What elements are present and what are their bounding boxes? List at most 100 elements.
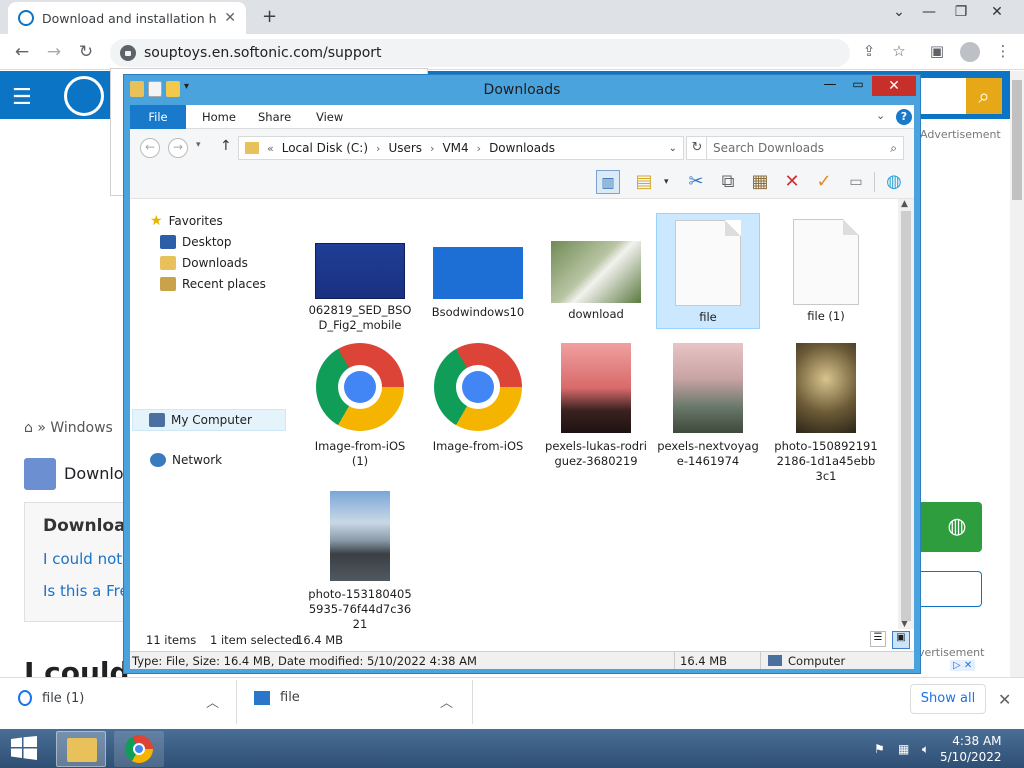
site-search-button[interactable]: ⌕ (966, 78, 1002, 114)
lock-icon[interactable] (120, 45, 136, 61)
minimize-icon[interactable]: — (914, 4, 944, 20)
recent-locations-icon[interactable]: ▾ (196, 140, 201, 150)
close-icon[interactable]: ✕ (872, 76, 916, 96)
organize-dropdown-icon[interactable]: ▾ (664, 177, 669, 187)
breadcrumb-overflow[interactable]: « (267, 142, 274, 155)
nav-network[interactable]: Network (150, 453, 222, 467)
restore-icon[interactable]: ❐ (946, 4, 976, 20)
nav-my-computer[interactable]: My Computer (132, 409, 286, 431)
breadcrumb-users[interactable]: Users (388, 141, 422, 155)
file-item[interactable]: Bsodwindows10 (426, 247, 530, 320)
file-label: photo-1531804055935-76f44d7c3621 (308, 587, 412, 631)
faq-title: Downloa (43, 516, 126, 536)
hamburger-menu-icon[interactable]: ☰ (12, 85, 32, 110)
file-item-selected[interactable]: file (656, 213, 760, 329)
show-all-button[interactable]: Show all (910, 684, 986, 714)
up-arrow-icon[interactable]: ↑ (220, 138, 232, 154)
address-bar[interactable]: souptoys.en.softonic.com/support (110, 39, 850, 67)
download-file-icon (18, 690, 32, 706)
breadcrumb[interactable]: ⌂ » Windows (24, 420, 113, 436)
breadcrumb-downloads[interactable]: Downloads (489, 141, 555, 155)
tab-search-icon[interactable]: ⌄ (884, 4, 914, 20)
search-input[interactable]: Search Downloads ⌕ (706, 136, 904, 160)
new-tab-button[interactable]: + (262, 6, 277, 27)
file-item[interactable]: photo-1531804055935-76f44d7c3621 (308, 491, 412, 632)
chevron-up-icon[interactable]: ︿ (440, 692, 453, 711)
refresh-icon[interactable]: ↻ (686, 136, 708, 160)
tab-view[interactable]: View (302, 105, 357, 129)
large-icons-view-icon[interactable]: ▣ (892, 631, 910, 649)
tab-home[interactable]: Home (188, 105, 250, 129)
chrome-taskbar-button[interactable] (114, 731, 164, 767)
forward-arrow-icon[interactable]: → (44, 42, 64, 62)
nav-downloads[interactable]: Downloads (160, 256, 248, 270)
download-item-2[interactable]: file (254, 690, 300, 705)
address-dropdown-icon[interactable]: ⌄ (669, 143, 677, 154)
help-icon[interactable]: ? (896, 109, 912, 125)
details-view-icon[interactable]: ☰ (870, 631, 886, 647)
download-item-1[interactable]: file (1) (18, 690, 84, 706)
reload-icon[interactable]: ↻ (76, 42, 96, 62)
file-item[interactable]: pexels-nextvoyage-1461974 (656, 343, 760, 469)
minimize-icon[interactable]: — (818, 77, 842, 97)
tab-file[interactable]: File (130, 105, 186, 129)
file-item[interactable]: photo-1508921912186-1d1a45ebb3c1 (774, 343, 878, 484)
file-explorer-taskbar-button[interactable] (56, 731, 106, 767)
file-item[interactable]: pexels-lukas-rodriguez-3680219 (544, 343, 648, 469)
nav-recent-places[interactable]: Recent places (160, 277, 266, 291)
network-tray-icon[interactable]: ▦ (898, 742, 909, 756)
chevron-up-icon[interactable]: ︿ (206, 692, 219, 711)
advertisement-label-bottom: vertisement (918, 646, 985, 659)
rename-icon[interactable]: ▭ (844, 170, 868, 194)
paste-icon[interactable]: ▦ (748, 170, 772, 194)
site-search-input[interactable] (920, 78, 966, 114)
scroll-thumb[interactable] (901, 211, 911, 621)
file-item[interactable]: 062819_SED_BSOD_Fig2_mobile (308, 243, 412, 333)
action-center-flag-icon[interactable]: ⚑ (874, 742, 885, 756)
system-clock[interactable]: 4:38 AM 5/10/2022 (940, 733, 1002, 765)
ribbon-expand-icon[interactable]: ⌄ (876, 109, 885, 122)
side-panel-icon[interactable]: ▣ (926, 42, 948, 62)
file-item[interactable]: download (544, 241, 648, 322)
close-shelf-icon[interactable]: ✕ (998, 690, 1011, 709)
softonic-logo-icon[interactable] (64, 76, 104, 116)
delete-icon[interactable]: ✕ (780, 170, 804, 194)
profile-avatar-icon[interactable] (960, 42, 980, 62)
globe-icon[interactable]: ◍ (882, 170, 906, 194)
file-item[interactable]: file (1) (774, 213, 878, 329)
preview-pane-icon[interactable]: ▥ (596, 170, 620, 194)
explorer-address-bar[interactable]: « Local Disk (C:) › Users › VM4 › Downlo… (238, 136, 684, 160)
close-tab-icon[interactable]: ✕ (224, 10, 236, 26)
back-icon[interactable]: ← (140, 138, 160, 158)
bookmark-star-icon[interactable]: ☆ (888, 42, 910, 62)
back-arrow-icon[interactable]: ← (12, 42, 32, 62)
faq-link-2[interactable]: Is this a Fre (43, 582, 129, 600)
tab-share[interactable]: Share (244, 105, 305, 129)
maximize-icon[interactable]: ▭ (846, 77, 870, 97)
organize-folder-icon[interactable]: ▤ (632, 170, 656, 194)
breadcrumb-windows[interactable]: » Windows (37, 420, 113, 436)
volume-muted-icon[interactable]: 🔈︎ (922, 742, 929, 757)
globe-icon[interactable]: ◍ (932, 502, 982, 552)
adchoices-icon[interactable]: ▷ ✕ (950, 660, 976, 671)
share-icon[interactable]: ⇪ (858, 42, 880, 62)
breadcrumb-vm4[interactable]: VM4 (442, 141, 468, 155)
copy-icon[interactable]: ⧉ (716, 170, 740, 194)
scroll-up-icon[interactable]: ▲ (901, 199, 908, 209)
file-item[interactable]: Image-from-iOS (426, 343, 530, 454)
check-icon[interactable]: ✓ (812, 170, 836, 194)
forward-icon[interactable]: → (168, 138, 188, 158)
file-item[interactable]: Image-from-iOS (1) (308, 343, 412, 469)
nav-desktop[interactable]: Desktop (160, 235, 232, 249)
nav-favorites[interactable]: ★ Favorites (150, 213, 223, 229)
close-window-icon[interactable]: ✕ (982, 4, 1012, 20)
secondary-button[interactable] (918, 571, 982, 607)
faq-link-1[interactable]: I could not (43, 550, 122, 568)
breadcrumb-local-disk[interactable]: Local Disk (C:) (282, 141, 368, 155)
home-icon[interactable]: ⌂ (24, 420, 37, 436)
windows-start-icon[interactable] (10, 736, 38, 760)
browser-tab[interactable]: Download and installation help ✕ (8, 2, 246, 34)
cut-icon[interactable]: ✂ (684, 170, 708, 194)
page-scroll-thumb[interactable] (1012, 80, 1022, 200)
chrome-menu-icon[interactable]: ⋮ (992, 42, 1014, 62)
